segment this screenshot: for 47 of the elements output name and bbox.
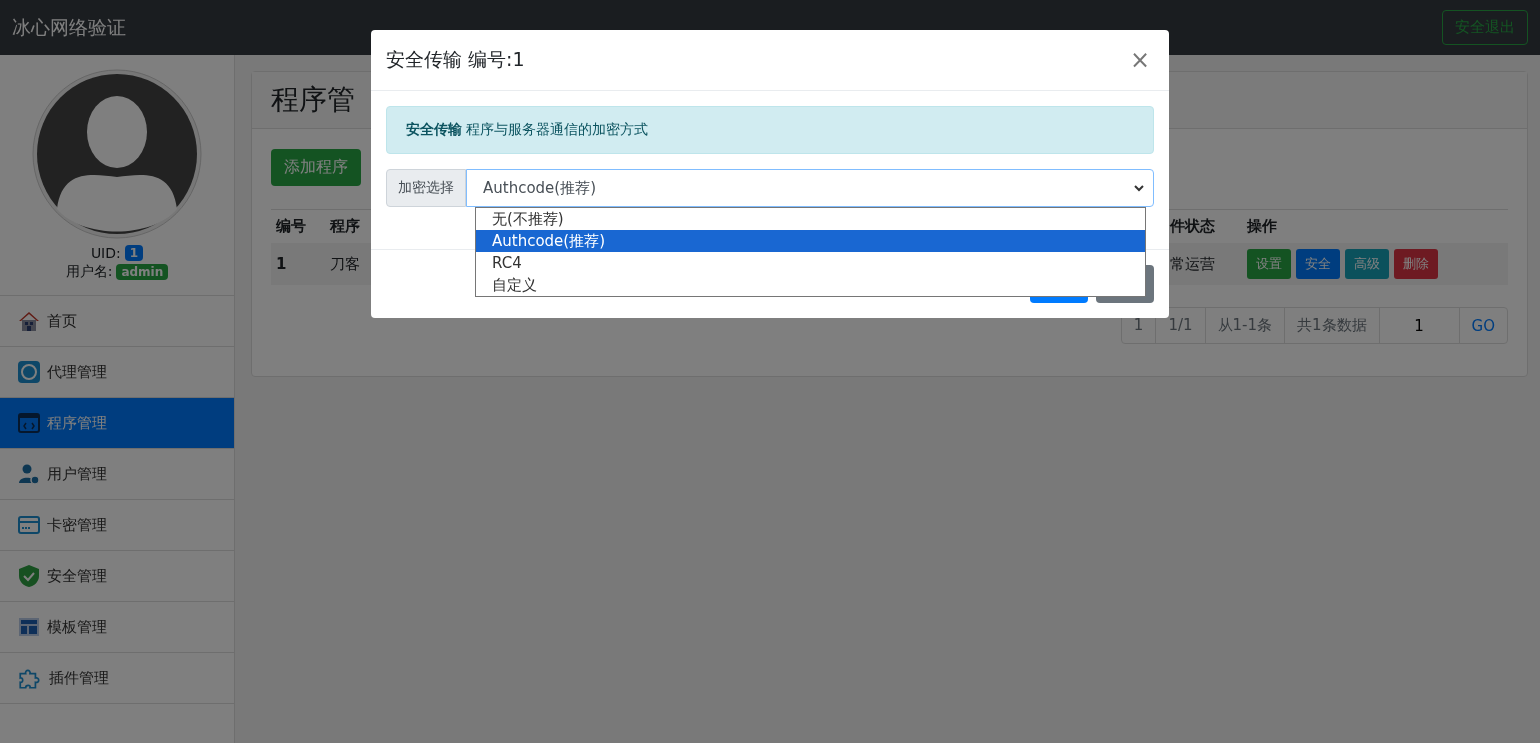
table-cell: 刀客 [330, 254, 360, 274]
dropdown-option[interactable]: RC4 [476, 252, 1145, 274]
page-title: 程序管 [271, 82, 355, 118]
info-alert: 安全传输 程序与服务器通信的加密方式 [386, 106, 1154, 154]
column-header: 操作 [1247, 217, 1277, 235]
encryption-select[interactable]: Authcode(推荐) [466, 169, 1154, 207]
column-header: 件状态 [1170, 217, 1215, 235]
select-label: 加密选择 [386, 169, 466, 207]
page-range: 从1-1条 [1204, 307, 1285, 344]
column-header: 编号 [276, 217, 306, 235]
user-gear-icon [17, 462, 41, 486]
app-title: 冰心网络验证 [12, 14, 126, 40]
chevron-icon [1133, 182, 1145, 194]
sidebar-item[interactable]: 卡密管理 [0, 500, 234, 551]
badge-icon [17, 360, 41, 384]
uid-label: UID: [90, 245, 121, 261]
action-button[interactable]: 删除 [1394, 249, 1438, 279]
sidebar-item[interactable]: 程序管理 [0, 398, 234, 449]
action-button[interactable]: 安全 [1296, 249, 1340, 279]
sidebar-item[interactable]: 安全管理 [0, 551, 234, 602]
uid-badge: 1 [124, 245, 144, 261]
dropdown-option[interactable]: 无(不推荐) [476, 208, 1145, 230]
layout-icon [17, 615, 41, 639]
dropdown-option[interactable]: Authcode(推荐) [476, 230, 1145, 252]
username-badge: admin [116, 264, 169, 280]
table-cell: 1 [276, 255, 287, 273]
sidebar-item[interactable]: 插件管理 [0, 653, 234, 704]
username-label: 用户名: [65, 263, 113, 281]
page-input[interactable]: 1 [1378, 307, 1460, 344]
card-icon [17, 513, 41, 537]
column-header: 程序 [330, 217, 360, 235]
table-cell: 常运营 [1170, 254, 1215, 274]
total-count: 共1条数据 [1284, 307, 1380, 344]
action-button[interactable]: 设置 [1247, 249, 1291, 279]
dropdown-option[interactable]: 自定义 [476, 274, 1145, 296]
house-icon [17, 309, 41, 333]
modal-title: 安全传输 编号:1 [386, 47, 525, 72]
close-button[interactable]: × [1125, 46, 1154, 74]
add-program-button[interactable]: 添加程序 [271, 149, 361, 186]
action-button[interactable]: 高级 [1345, 249, 1389, 279]
code-window-icon [17, 411, 41, 435]
go-button[interactable]: GO [1458, 307, 1508, 344]
page-count: 1/1 [1155, 307, 1206, 344]
sidebar-item[interactable]: 用户管理 [0, 449, 234, 500]
sidebar-item[interactable]: 首页 [0, 296, 234, 347]
shield-check-icon [17, 564, 41, 588]
sidebar-item[interactable]: 模板管理 [0, 602, 234, 653]
